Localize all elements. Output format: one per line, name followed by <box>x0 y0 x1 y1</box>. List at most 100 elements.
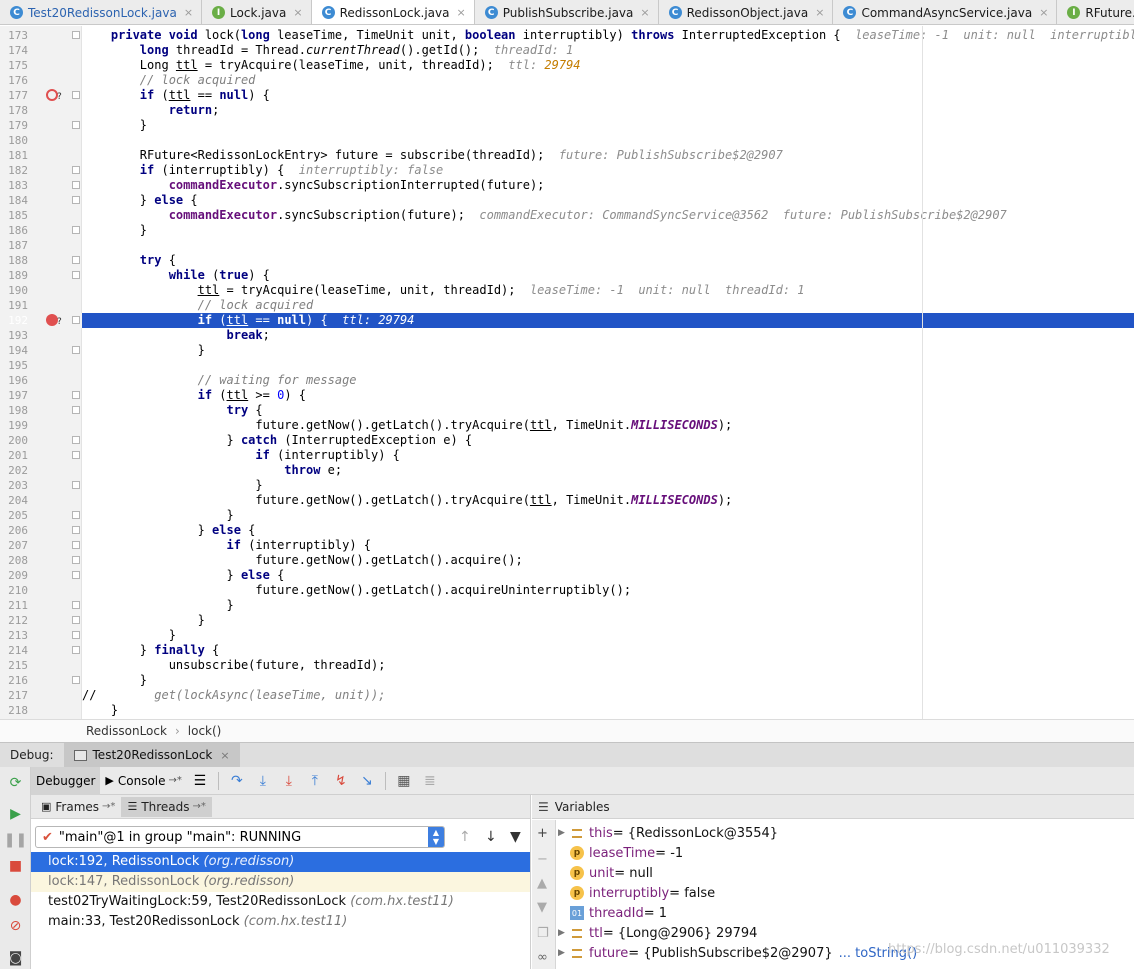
code-line[interactable]: 191 // lock acquired <box>0 298 1134 313</box>
fold-marker-icon[interactable] <box>72 91 80 99</box>
expand-arrow-icon[interactable]: ▶ <box>558 928 570 938</box>
code-line[interactable]: 208 future.getNow().getLatch().acquire()… <box>0 553 1134 568</box>
code-line[interactable]: 198 try { <box>0 403 1134 418</box>
code-line[interactable]: 181 RFuture<RedissonLockEntry> future = … <box>0 148 1134 163</box>
fold-marker-icon[interactable] <box>72 556 80 564</box>
variable-row[interactable]: ▶ this = {RedissonLock@3554} <box>558 823 1134 843</box>
filter-icon[interactable]: ▼ <box>510 829 521 845</box>
variable-row[interactable]: p interruptibly = false <box>558 883 1134 903</box>
close-icon[interactable]: × <box>456 6 465 19</box>
fold-marker-icon[interactable] <box>72 196 80 204</box>
fold-marker-icon[interactable] <box>72 676 80 684</box>
fold-marker-icon[interactable] <box>72 316 80 324</box>
code-line[interactable]: 213 } <box>0 628 1134 643</box>
fold-marker-icon[interactable] <box>72 526 80 534</box>
fold-marker-icon[interactable] <box>72 406 80 414</box>
run-to-cursor-icon[interactable]: ↘ <box>356 770 378 792</box>
code-line[interactable]: 207 if (interruptibly) { <box>0 538 1134 553</box>
editor-tab[interactable]: C RedissonObject.java × <box>659 0 834 24</box>
stop-icon[interactable]: ■ <box>7 857 24 874</box>
code-line[interactable]: 203 } <box>0 478 1134 493</box>
evaluate-expression-icon[interactable]: ▦ <box>393 770 415 792</box>
frame-row[interactable]: test02TryWaitingLock:59, Test20RedissonL… <box>31 892 530 912</box>
code-line[interactable]: 189 while (true) { <box>0 268 1134 283</box>
code-line[interactable]: 204 future.getNow().getLatch().tryAcquir… <box>0 493 1134 508</box>
code-line[interactable]: 193 break; <box>0 328 1134 343</box>
close-icon[interactable]: × <box>1039 6 1048 19</box>
remove-watch-icon[interactable]: − <box>537 852 548 867</box>
code-line[interactable]: 200 } catch (InterruptedException e) { <box>0 433 1134 448</box>
code-line[interactable]: 210 future.getNow().getLatch().acquireUn… <box>0 583 1134 598</box>
fold-marker-icon[interactable] <box>72 646 80 654</box>
move-up-icon[interactable]: ▲ <box>537 876 547 891</box>
fold-marker-icon[interactable] <box>72 631 80 639</box>
code-line[interactable]: 211 } <box>0 598 1134 613</box>
rerun-icon[interactable]: ⟳ <box>7 774 24 791</box>
code-line[interactable]: 216 } <box>0 673 1134 688</box>
close-icon[interactable]: × <box>220 749 229 762</box>
view-breakpoints-icon[interactable]: ● <box>7 891 24 908</box>
next-frame-icon[interactable]: ↓ <box>485 829 497 845</box>
code-line[interactable]: 183 commandExecutor.syncSubscriptionInte… <box>0 178 1134 193</box>
variable-row[interactable]: ▶ ttl = {Long@2906} 29794 <box>558 923 1134 943</box>
code-line[interactable]: 206 } else { <box>0 523 1134 538</box>
close-icon[interactable]: × <box>640 6 649 19</box>
fold-marker-icon[interactable] <box>72 391 80 399</box>
chevron-down-icon[interactable]: ▲ ▼ <box>428 827 444 847</box>
code-line[interactable]: 188 try { <box>0 253 1134 268</box>
editor-tab[interactable]: C Test20RedissonLock.java × <box>0 0 203 24</box>
editor-tab[interactable]: C CommandAsyncService.java × <box>833 0 1058 24</box>
move-down-icon[interactable]: ▼ <box>537 900 547 915</box>
code-editor[interactable]: 173 private void lock(long leaseTime, Ti… <box>0 26 1134 719</box>
close-icon[interactable]: × <box>293 6 302 19</box>
code-line[interactable]: 184 } else { <box>0 193 1134 208</box>
code-line[interactable]: 212 } <box>0 613 1134 628</box>
code-line[interactable]: 186 } <box>0 223 1134 238</box>
breadcrumb-method[interactable]: lock() <box>188 724 222 738</box>
fold-marker-icon[interactable] <box>72 226 80 234</box>
resume-icon[interactable]: ▶ <box>7 805 24 822</box>
tab-frames[interactable]: ▣ Frames →* <box>35 797 121 817</box>
fold-marker-icon[interactable] <box>72 481 80 489</box>
force-step-into-icon[interactable]: ⤓ <box>278 770 300 792</box>
code-line[interactable]: 217 // get(lockAsync(leaseTime, unit)); <box>0 688 1134 703</box>
code-line[interactable]: 187 <box>0 238 1134 253</box>
mute-breakpoints-icon[interactable]: ⊘ <box>7 917 24 934</box>
code-line[interactable]: 182 if (interruptibly) { interruptibly: … <box>0 163 1134 178</box>
code-line[interactable]: 175 Long ttl = tryAcquire(leaseTime, uni… <box>0 58 1134 73</box>
code-line[interactable]: 215 unsubscribe(future, threadId); <box>0 658 1134 673</box>
fold-marker-icon[interactable] <box>72 436 80 444</box>
fold-marker-icon[interactable] <box>72 346 80 354</box>
close-icon[interactable]: × <box>184 6 193 19</box>
fold-marker-icon[interactable] <box>72 511 80 519</box>
code-line[interactable]: 174 long threadId = Thread.currentThread… <box>0 43 1134 58</box>
add-watch-icon[interactable]: + <box>537 826 548 841</box>
frame-row[interactable]: main:33, Test20RedissonLock (com.hx.test… <box>31 912 530 932</box>
code-line[interactable]: 180 <box>0 133 1134 148</box>
tab-threads[interactable]: ☰ Threads →* <box>121 796 212 817</box>
frame-row[interactable]: lock:192, RedissonLock (org.redisson) <box>31 852 530 872</box>
code-line[interactable]: 177? if (ttl == null) { <box>0 88 1134 103</box>
fold-marker-icon[interactable] <box>72 166 80 174</box>
code-line[interactable]: 202 throw e; <box>0 463 1134 478</box>
current-execution-line[interactable]: 192? if (ttl == null) { ttl: 29794 <box>0 313 1134 328</box>
fold-marker-icon[interactable] <box>72 616 80 624</box>
code-line[interactable]: 179 } <box>0 118 1134 133</box>
copy-icon[interactable]: ❐ <box>537 926 549 941</box>
code-line[interactable]: 173 private void lock(long leaseTime, Ti… <box>0 28 1134 43</box>
fold-marker-icon[interactable] <box>72 451 80 459</box>
editor-tab[interactable]: IRFuture.java× <box>1057 0 1134 24</box>
expand-arrow-icon[interactable]: ▶ <box>558 948 570 958</box>
variable-row[interactable]: 01 threadId = 1 <box>558 903 1134 923</box>
camera-icon[interactable]: ◙ <box>7 949 24 966</box>
code-line[interactable]: 214 } finally { <box>0 643 1134 658</box>
drop-frame-icon[interactable]: ↯ <box>330 770 352 792</box>
code-line[interactable]: 199 future.getNow().getLatch().tryAcquir… <box>0 418 1134 433</box>
code-line[interactable]: 178 return; <box>0 103 1134 118</box>
step-into-icon[interactable]: ⤓ <box>252 770 274 792</box>
thread-selector[interactable]: ✔ "main"@1 in group "main": RUNNING ▲ ▼ <box>35 826 445 848</box>
code-line[interactable]: 197 if (ttl >= 0) { <box>0 388 1134 403</box>
code-line[interactable]: 190 ttl = tryAcquire(leaseTime, unit, th… <box>0 283 1134 298</box>
fold-marker-icon[interactable] <box>72 256 80 264</box>
fold-marker-icon[interactable] <box>72 571 80 579</box>
